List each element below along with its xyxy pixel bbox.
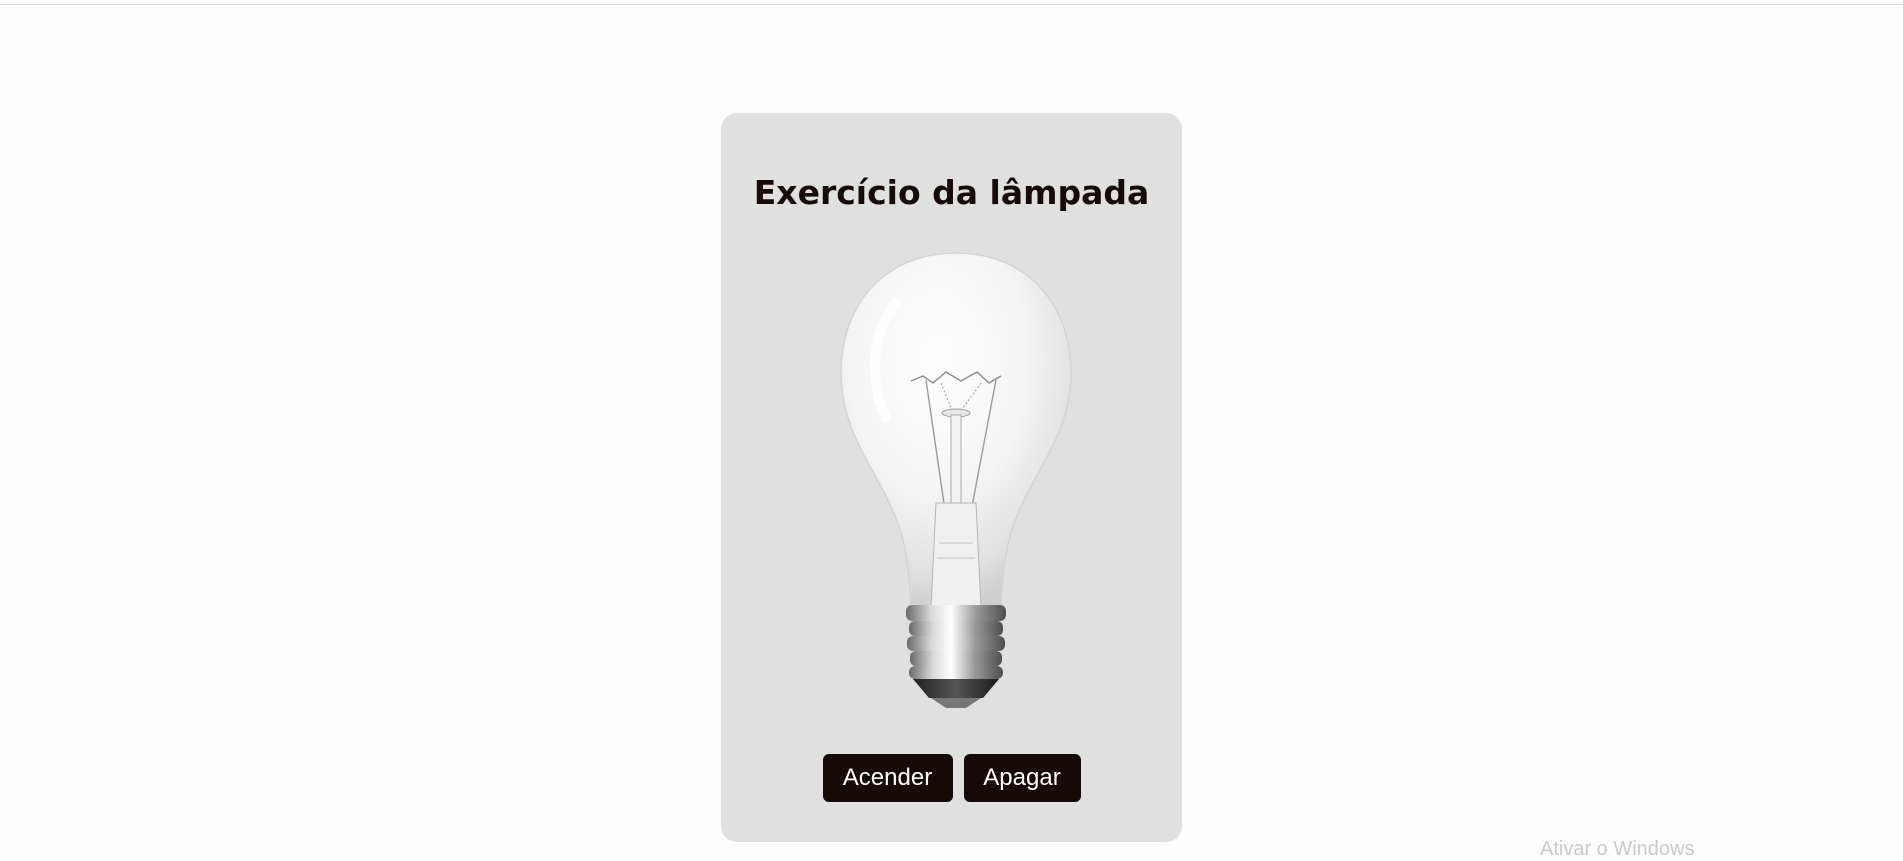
top-divider — [0, 4, 1903, 5]
lamp-card: Exercício da lâmpada Acender Apagar — [721, 113, 1182, 842]
activation-watermark: Ativar o Windows — [1540, 838, 1695, 860]
page-title: Exercício da lâmpada — [753, 173, 1150, 212]
light-bulb-icon — [801, 243, 1111, 708]
turn-off-button[interactable]: Apagar — [963, 754, 1081, 802]
turn-on-button[interactable]: Acender — [822, 754, 953, 802]
button-row: Acender Apagar — [721, 754, 1182, 802]
